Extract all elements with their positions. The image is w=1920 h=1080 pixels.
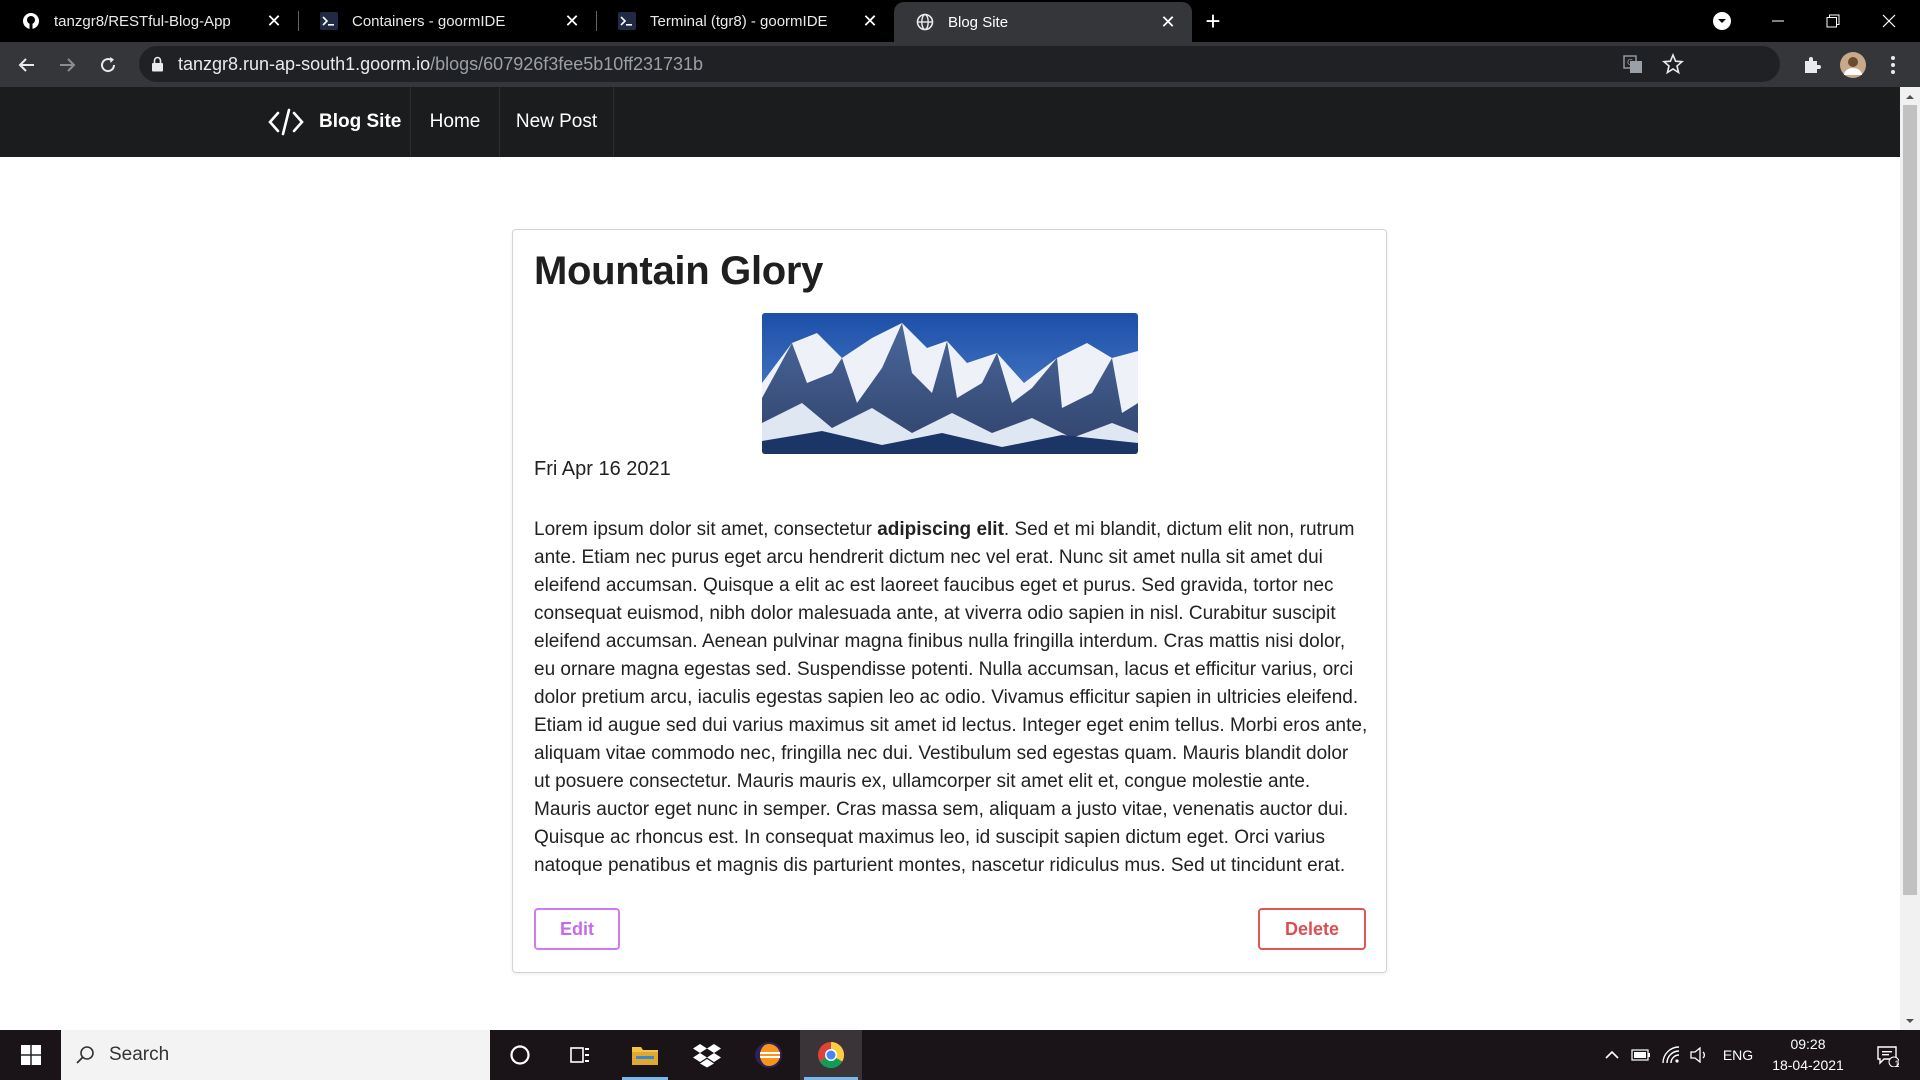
- scroll-up-arrow-icon[interactable]: [1903, 90, 1917, 102]
- wifi-icon[interactable]: [1658, 1030, 1684, 1080]
- terminal-icon: [618, 12, 636, 30]
- address-bar[interactable]: tanzgr8.run-ap-south1.goorm.io/blogs/607…: [139, 46, 1780, 82]
- post-body-start: Lorem ipsum dolor sit amet, consectetur: [534, 519, 878, 540]
- tab-title: tanzgr8/RESTful-Blog-App: [54, 12, 231, 30]
- close-tab-icon[interactable]: ✕: [562, 11, 582, 31]
- url-host: tanzgr8.run-ap-south1.goorm.io: [178, 53, 431, 74]
- scroll-down-arrow-icon[interactable]: [1903, 1014, 1917, 1026]
- minimize-window-icon[interactable]: [1755, 0, 1801, 42]
- post-title: Mountain Glory: [534, 249, 824, 293]
- windows-start-icon[interactable]: [0, 1030, 61, 1080]
- dropbox-icon[interactable]: [680, 1030, 734, 1080]
- search-placeholder: Search: [109, 1044, 170, 1065]
- taskbar-search-box[interactable]: Search: [61, 1030, 490, 1080]
- forward-arrow-icon[interactable]: [47, 45, 87, 85]
- tab-title: Blog Site: [948, 13, 1009, 31]
- volume-icon[interactable]: [1686, 1030, 1712, 1080]
- eclipse-ide-icon[interactable]: [742, 1030, 796, 1080]
- windows-taskbar: Search ENG 09:28 18-04-2021 1: [0, 1030, 1920, 1080]
- chrome-taskbar-icon[interactable]: [800, 1030, 862, 1080]
- post-date: Fri Apr 16 2021: [534, 458, 671, 480]
- browser-tab-strip: tanzgr8/RESTful-Blog-App ✕ Containers - …: [0, 0, 1920, 42]
- nav-new-post-link[interactable]: New Post: [499, 87, 614, 157]
- tab-github[interactable]: tanzgr8/RESTful-Blog-App ✕: [0, 0, 298, 42]
- file-explorer-icon[interactable]: [618, 1030, 672, 1080]
- tab-blog-site[interactable]: Blog Site ✕: [894, 2, 1192, 42]
- edit-button[interactable]: Edit: [534, 908, 620, 950]
- tab-title: Terminal (tgr8) - goormIDE: [650, 12, 828, 30]
- site-navbar: Blog Site Home New Post: [0, 87, 1900, 157]
- back-arrow-icon[interactable]: [7, 45, 47, 85]
- close-tab-icon[interactable]: ✕: [1158, 12, 1178, 32]
- globe-icon: [916, 13, 934, 31]
- show-hidden-icons-chevron-icon[interactable]: [1600, 1030, 1624, 1080]
- task-view-icon[interactable]: [555, 1030, 605, 1080]
- search-icon: [75, 1045, 95, 1065]
- blog-post-card: Mountain Glory Fri Apr 16 2021 Lorem ips…: [512, 229, 1387, 973]
- reload-icon[interactable]: [88, 45, 128, 85]
- url-path: /blogs/607926f3fee5b10ff231731b: [430, 53, 704, 74]
- clock-date: 18-04-2021: [1772, 1057, 1844, 1073]
- post-body-rest: . Sed et mi blandit, dictum elit non, ru…: [534, 519, 1368, 876]
- terminal-icon: [320, 12, 338, 30]
- github-icon: [22, 12, 40, 30]
- more-options-icon[interactable]: [1873, 45, 1913, 85]
- lock-icon: [151, 56, 164, 72]
- code-icon: [268, 108, 304, 136]
- clock-time: 09:28: [1790, 1036, 1826, 1052]
- taskbar-clock[interactable]: 09:28 18-04-2021: [1758, 1034, 1858, 1076]
- notification-count: 1: [1894, 1059, 1900, 1069]
- delete-button[interactable]: Delete: [1258, 908, 1366, 950]
- translate-icon[interactable]: G: [1623, 54, 1643, 74]
- extensions-puzzle-icon[interactable]: [1792, 45, 1832, 85]
- notifications-icon[interactable]: 1: [1862, 1030, 1912, 1080]
- post-body: Lorem ipsum dolor sit amet, consectetur …: [534, 516, 1369, 880]
- tab-terminal[interactable]: Terminal (tgr8) - goormIDE ✕: [596, 0, 894, 42]
- close-tab-icon[interactable]: ✕: [264, 11, 284, 31]
- browser-toolbar: tanzgr8.run-ap-south1.goorm.io/blogs/607…: [0, 42, 1920, 87]
- language-indicator[interactable]: ENG: [1718, 1030, 1758, 1080]
- post-body-bold: adipiscing elit: [877, 519, 1004, 540]
- close-window-icon[interactable]: [1866, 0, 1912, 42]
- brand-link[interactable]: Blog Site: [255, 87, 423, 157]
- profile-avatar[interactable]: [1833, 45, 1873, 85]
- nav-home-link[interactable]: Home: [410, 87, 499, 157]
- scrollbar-thumb[interactable]: [1903, 105, 1917, 895]
- tab-search-icon[interactable]: [1700, 0, 1744, 42]
- new-tab-button[interactable]: +: [1192, 0, 1234, 42]
- bookmark-star-icon[interactable]: [1662, 53, 1684, 75]
- battery-icon[interactable]: [1628, 1030, 1654, 1080]
- brand-name: Blog Site: [319, 111, 402, 132]
- tab-title: Containers - goormIDE: [352, 12, 506, 30]
- svg-text:G: G: [1627, 58, 1633, 67]
- restore-window-icon[interactable]: [1810, 0, 1856, 42]
- close-tab-icon[interactable]: ✕: [860, 11, 880, 31]
- post-image: [762, 313, 1138, 454]
- tab-containers[interactable]: Containers - goormIDE ✕: [298, 0, 596, 42]
- cortana-circle-icon[interactable]: [495, 1030, 545, 1080]
